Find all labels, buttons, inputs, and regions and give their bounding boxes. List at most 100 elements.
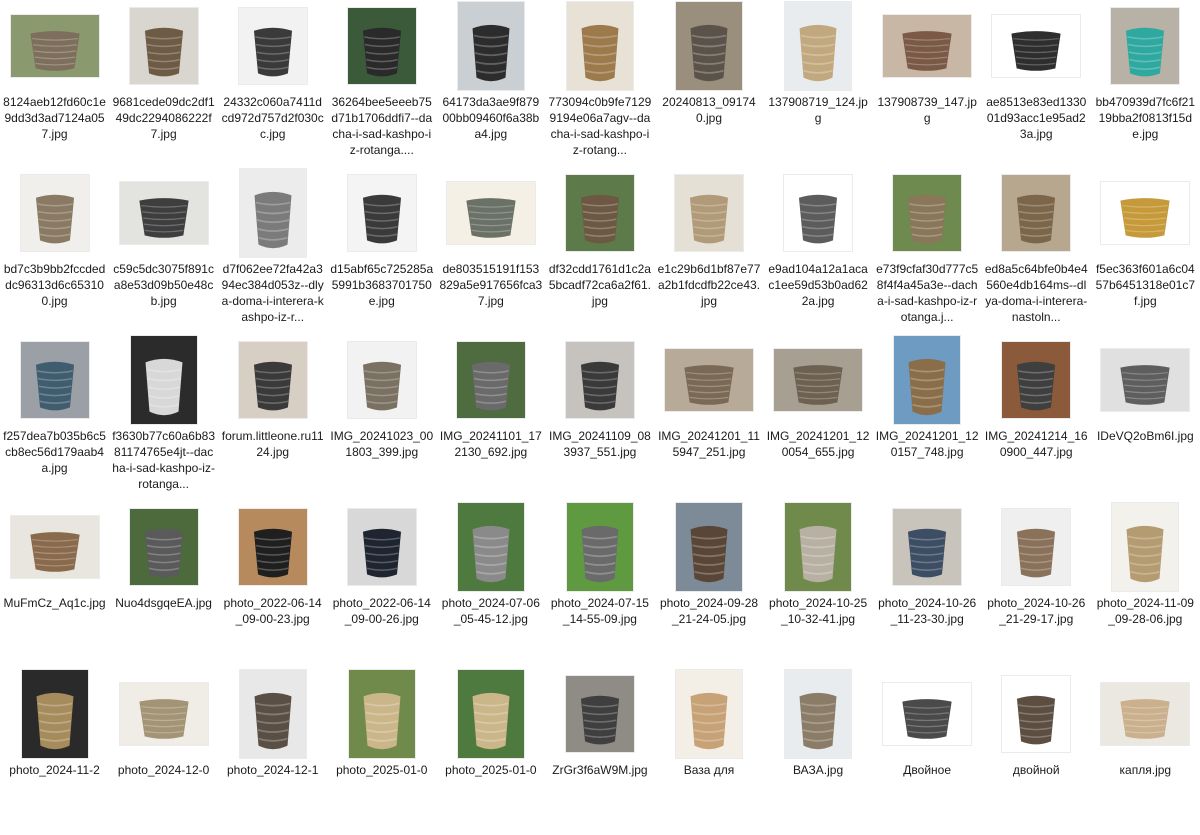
file-item[interactable]: forum.littleone.ru1124.jpg (218, 334, 327, 501)
file-item[interactable]: 137908739_147.jpg (873, 0, 982, 167)
file-item[interactable]: photo_2022-06-14_09-00-26.jpg (327, 501, 436, 668)
file-item[interactable]: 24332c060a7411dcd972d757d2f030cc.jpg (218, 0, 327, 167)
file-item[interactable]: ZrGr3f6aW9M.jpg (545, 668, 654, 835)
thumbnail-image (347, 509, 416, 585)
file-item[interactable]: MuFmCz_Aq1c.jpg (0, 501, 109, 668)
file-item[interactable]: ae8513e83ed133001d93acc1e95ad23a.jpg (982, 0, 1091, 167)
file-name: df32cdd1761d1c2a5bcadf72ca6a2f61.jpg (548, 262, 651, 308)
file-item[interactable]: photo_2024-11-09_09-28-06.jpg (1091, 501, 1200, 668)
file-name: Ваза для (683, 763, 735, 777)
thumbnail (338, 336, 426, 424)
thumbnail-image (1101, 683, 1190, 745)
file-item[interactable]: photo_2024-12-1 (218, 668, 327, 835)
thumbnail (11, 336, 99, 424)
basket-picture (471, 361, 510, 411)
thumbnail (10, 2, 99, 90)
thumbnail-image (893, 509, 962, 585)
file-item[interactable]: bb470939d7fc6f2119bba2f0813f15de.jpg (1091, 0, 1200, 167)
thumbnail (338, 169, 426, 257)
basket-picture (1120, 699, 1170, 739)
file-item[interactable]: 64173da3ae9f87900bb09460f6a38ba4.jpg (436, 0, 545, 167)
thumbnail (992, 670, 1080, 758)
file-item[interactable]: photo_2024-10-26_21-29-17.jpg (982, 501, 1091, 668)
file-item[interactable]: IMG_20241214_160900_447.jpg (982, 334, 1091, 501)
file-item[interactable]: photo_2024-07-06_05-45-12.jpg (436, 501, 545, 668)
thumbnail (120, 336, 208, 424)
file-name: 773094c0b9fe71299194e06a7agv--dacha-i-sa… (548, 95, 652, 157)
file-item[interactable]: капля.jpg (1091, 668, 1200, 835)
file-item[interactable]: f257dea7b035b6c5cb8ec56d179aab4a.jpg (0, 334, 109, 501)
file-item[interactable]: Двойное (873, 668, 982, 835)
basket-picture (253, 361, 292, 411)
thumbnail-image (130, 336, 197, 424)
thumbnail (883, 336, 971, 424)
thumbnail-image (1002, 342, 1071, 418)
thumbnail-image (566, 2, 633, 90)
basket-picture (362, 194, 401, 244)
file-item[interactable]: IMG_20241201_120157_748.jpg (873, 334, 982, 501)
thumbnail-image (119, 683, 208, 745)
file-item[interactable]: 9681cede09dc2df149dc2294086222f7.jpg (109, 0, 218, 167)
file-name: MuFmCz_Aq1c.jpg (3, 596, 106, 610)
basket-picture (144, 528, 183, 578)
file-name: photo_2024-12-0 (117, 763, 210, 777)
basket-picture (362, 361, 401, 411)
thumbnail-image (774, 349, 863, 411)
basket-picture (1120, 198, 1170, 238)
file-name: photo_2024-10-25_10-32-41.jpg (769, 596, 868, 626)
thumbnail (992, 336, 1080, 424)
file-name: ae8513e83ed133001d93acc1e95ad23a.jpg (986, 95, 1087, 141)
file-name: 9681cede09dc2df149dc2294086222f7.jpg (112, 95, 215, 141)
file-item[interactable]: двойной (982, 668, 1091, 835)
thumbnail (1101, 169, 1190, 257)
file-item[interactable]: Ваза для (654, 668, 763, 835)
file-name: photo_2025-01-0 (336, 763, 428, 777)
thumbnail (120, 2, 208, 90)
file-item[interactable]: c59c5dc3075f891ca8e53d09b50e48cb.jpg (109, 167, 218, 334)
file-item[interactable]: photo_2022-06-14_09-00-23.jpg (218, 501, 327, 668)
file-item[interactable]: e9ad104a12a1acac1ee59d53b0ad622a.jpg (764, 167, 873, 334)
thumbnail (883, 503, 971, 591)
file-item[interactable]: photo_2025-01-0 (436, 668, 545, 835)
file-item[interactable]: de803515191f153829a5e917656fca37.jpg (436, 167, 545, 334)
file-item[interactable]: photo_2024-11-2 (0, 668, 109, 835)
file-item[interactable]: df32cdd1761d1c2a5bcadf72ca6a2f61.jpg (545, 167, 654, 334)
file-item[interactable]: photo_2024-10-25_10-32-41.jpg (764, 501, 873, 668)
file-item[interactable]: photo_2024-10-26_11-23-30.jpg (873, 501, 982, 668)
thumbnail (447, 670, 535, 758)
file-item[interactable]: 137908719_124.jpg (764, 0, 873, 167)
file-item[interactable]: Nuo4dsgqeEA.jpg (109, 501, 218, 668)
file-item[interactable]: 20240813_091740.jpg (654, 0, 763, 167)
file-name: photo_2024-10-26_11-23-30.jpg (878, 596, 977, 626)
file-name: IMG_20241201_120157_748.jpg (875, 429, 979, 459)
thumbnail-image (129, 8, 198, 84)
file-item[interactable]: ed8a5c64bfe0b4e4560e4db164ms--dlya-doma-… (982, 167, 1091, 334)
file-item[interactable]: d7f062ee72fa42a394ec384d053z--dlya-doma-… (218, 167, 327, 334)
file-item[interactable]: IDeVQ2oBm6I.jpg (1091, 334, 1200, 501)
file-item[interactable]: f3630b77c60a6b8381174765e4jt--dacha-i-sa… (109, 334, 218, 501)
file-item[interactable]: IMG_20241101_172130_692.jpg (436, 334, 545, 501)
thumbnail-image (1101, 182, 1190, 244)
file-item[interactable]: photo_2025-01-0 (327, 668, 436, 835)
file-item[interactable]: f5ec363f601a6c0457b6451318e01c7f.jpg (1091, 167, 1200, 334)
file-item[interactable]: photo_2024-07-15_14-55-09.jpg (545, 501, 654, 668)
file-name: ZrGr3f6aW9M.jpg (552, 763, 648, 777)
file-item[interactable]: ВАЗА.jpg (764, 668, 873, 835)
file-name: photo_2024-09-28_21-24-05.jpg (659, 596, 759, 626)
file-item[interactable]: photo_2024-09-28_21-24-05.jpg (654, 501, 763, 668)
file-item[interactable]: 8124aeb12fd60c1e9dd3d3ad7124a057.jpg (0, 0, 109, 167)
file-item[interactable]: e1c29b6d1bf87e77a2b1fdcdfb22ce43.jpg (654, 167, 763, 334)
file-item[interactable]: 36264bee5eeeb75d71b1706ddfi7--dacha-i-sa… (327, 0, 436, 167)
file-item[interactable]: IMG_20241201_115947_251.jpg (654, 334, 763, 501)
file-item[interactable]: IMG_20241023_001803_399.jpg (327, 334, 436, 501)
thumbnail (992, 503, 1080, 591)
thumbnail (1101, 2, 1189, 90)
file-name: photo_2024-11-2 (9, 763, 100, 777)
file-item[interactable]: bd7c3b9bb2fccdeddc96313d6c653100.jpg (0, 167, 109, 334)
file-item[interactable]: e73f9cfaf30d777c58f4f4a45a3e--dacha-i-sa… (873, 167, 982, 334)
file-item[interactable]: d15abf65c725285a5991b3683701750e.jpg (327, 167, 436, 334)
file-item[interactable]: IMG_20241201_120054_655.jpg (764, 334, 873, 501)
file-item[interactable]: IMG_20241109_083937_551.jpg (545, 334, 654, 501)
file-item[interactable]: photo_2024-12-0 (109, 668, 218, 835)
file-item[interactable]: 773094c0b9fe71299194e06a7agv--dacha-i-sa… (545, 0, 654, 167)
